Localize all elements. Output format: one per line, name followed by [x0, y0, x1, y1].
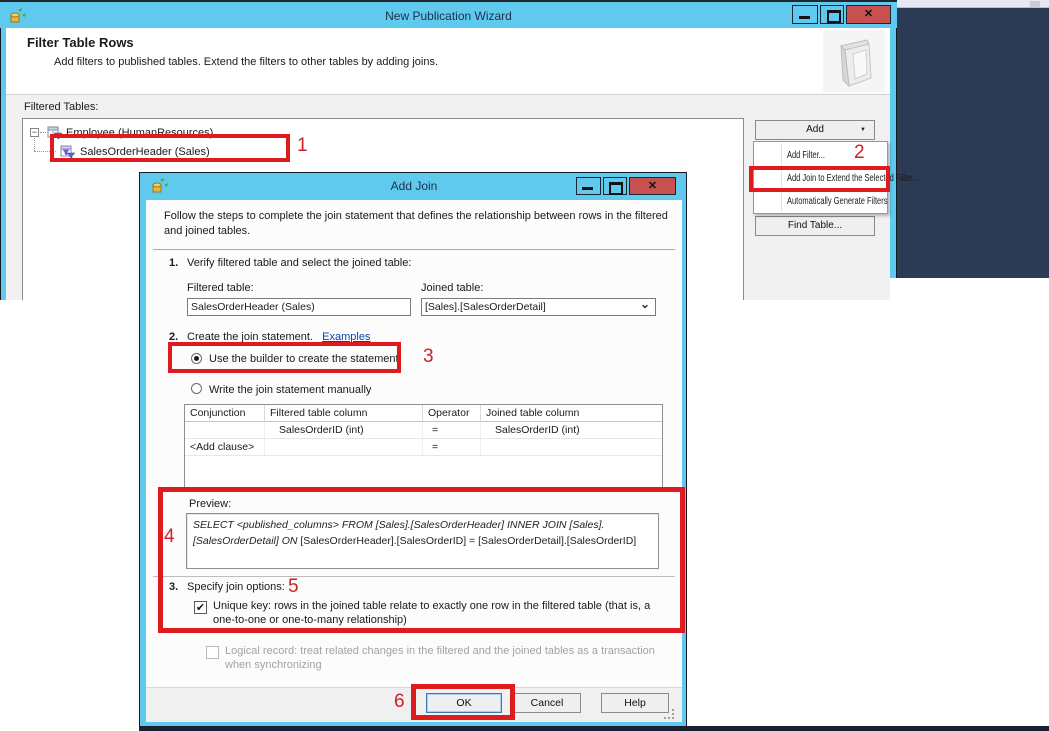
- annotation-digit-5: 5: [288, 577, 299, 596]
- maximize-icon: [609, 182, 623, 195]
- grid-cell[interactable]: <Add clause>: [185, 439, 265, 456]
- dialog-maximize-button[interactable]: [603, 177, 627, 195]
- joined-table-value: [Sales].[SalesOrderDetail]: [425, 301, 546, 313]
- annotation-digit-3: 3: [423, 347, 434, 366]
- menu-item-label: Add Filter...: [787, 144, 825, 167]
- filtered-tables-label: Filtered Tables:: [24, 101, 98, 113]
- grid-cell[interactable]: SalesOrderID (int): [265, 422, 423, 439]
- menu-item-label: Automatically Generate Filters: [787, 190, 887, 213]
- menu-item-add-filter[interactable]: Add Filter...: [754, 144, 887, 167]
- background-toolbar-strip: [897, 0, 1049, 8]
- joined-table-label: Joined table:: [421, 282, 483, 294]
- chevron-down-icon[interactable]: ⌄: [640, 298, 650, 312]
- wizard-minimize-button[interactable]: [792, 5, 818, 24]
- annotation-box-2: [749, 166, 890, 192]
- divider: [153, 249, 675, 250]
- logical-record-checkbox: [206, 646, 219, 659]
- tree-connector-h1: [40, 132, 46, 133]
- resize-grip[interactable]: [664, 709, 674, 719]
- background-scrollbar-nub[interactable]: [1030, 1, 1040, 7]
- dropdown-arrow-icon: ▼: [860, 121, 866, 139]
- filtered-table-label: Filtered table:: [187, 282, 254, 294]
- tree-connector-v: [34, 138, 35, 151]
- grid-header: Joined table column: [481, 405, 662, 422]
- join-builder-grid[interactable]: Conjunction Filtered table column Operat…: [184, 404, 663, 488]
- add-button-label: Add: [806, 124, 824, 135]
- help-button[interactable]: Help: [601, 693, 669, 713]
- filtered-table-input[interactable]: SalesOrderHeader (Sales): [187, 298, 411, 316]
- page-description: Add filters to published tables. Extend …: [54, 56, 438, 68]
- radio-write-manually[interactable]: [191, 383, 202, 394]
- annotation-digit-6: 6: [394, 692, 405, 711]
- step1-label: Verify filtered table and select the joi…: [187, 257, 411, 269]
- grid-header: Conjunction: [185, 405, 265, 422]
- close-icon: ✕: [648, 180, 657, 192]
- grid-cell[interactable]: SalesOrderID (int): [481, 422, 662, 439]
- annotation-digit-2: 2: [854, 143, 865, 162]
- annotation-box-6: [411, 684, 515, 720]
- find-table-button[interactable]: Find Table...: [755, 216, 875, 236]
- annotation-box-4: [158, 487, 685, 633]
- wizard-right-border: [890, 28, 897, 278]
- help-button-label: Help: [624, 697, 646, 709]
- minimize-icon: [799, 16, 810, 19]
- grid-cell[interactable]: =: [423, 439, 481, 456]
- grid-header: Operator: [423, 405, 481, 422]
- dialog-close-button[interactable]: ✕: [629, 177, 676, 195]
- object-explorer-panel: [897, 8, 1049, 278]
- dialog-intro: Follow the steps to complete the join st…: [164, 209, 676, 239]
- annotation-box-1: [50, 134, 290, 162]
- wizard-header: Filter Table Rows Add filters to publish…: [6, 28, 890, 94]
- annotation-digit-4: 4: [164, 527, 175, 546]
- find-table-button-label: Find Table...: [788, 220, 842, 231]
- maximize-icon: [827, 10, 841, 23]
- collapse-icon: −: [32, 127, 37, 137]
- add-button[interactable]: Add ▼: [755, 120, 875, 140]
- page-title: Filter Table Rows: [27, 35, 134, 50]
- annotation-box-3: [168, 342, 401, 373]
- step1-number: 1.: [169, 257, 178, 269]
- screenshot-root: New Publication Wizard ✕ Filter Table Ro…: [0, 0, 1049, 731]
- close-icon: ✕: [864, 8, 873, 20]
- grid-cell[interactable]: =: [423, 422, 481, 439]
- wizard-titlebar[interactable]: New Publication Wizard ✕: [0, 0, 897, 28]
- grid-cell[interactable]: [185, 422, 265, 439]
- bottom-dark-strip: [139, 726, 1049, 731]
- minimize-icon: [582, 187, 593, 190]
- glass-cube-icon: [823, 30, 885, 92]
- radio-write-manually-label[interactable]: Write the join statement manually: [209, 384, 371, 396]
- grid-cell[interactable]: [265, 439, 423, 456]
- add-join-dialog: Add Join ✕ Follow the steps to complete …: [139, 172, 687, 727]
- dialog-minimize-button[interactable]: [576, 177, 601, 195]
- joined-table-combobox[interactable]: [Sales].[SalesOrderDetail] ⌄: [421, 298, 656, 316]
- tree-expander-employee[interactable]: −: [30, 128, 39, 137]
- wizard-close-button[interactable]: ✕: [846, 5, 891, 24]
- grid-header: Filtered table column: [265, 405, 423, 422]
- wizard-window-title: New Publication Wizard: [0, 3, 897, 29]
- menu-item-auto-generate[interactable]: Automatically Generate Filters: [754, 190, 887, 213]
- cancel-button[interactable]: Cancel: [513, 693, 581, 713]
- wizard-maximize-button[interactable]: [820, 5, 844, 24]
- annotation-digit-1: 1: [297, 136, 308, 155]
- grid-cell[interactable]: [481, 439, 662, 456]
- cancel-button-label: Cancel: [531, 697, 564, 709]
- logical-record-label: Logical record: treat related changes in…: [225, 644, 680, 672]
